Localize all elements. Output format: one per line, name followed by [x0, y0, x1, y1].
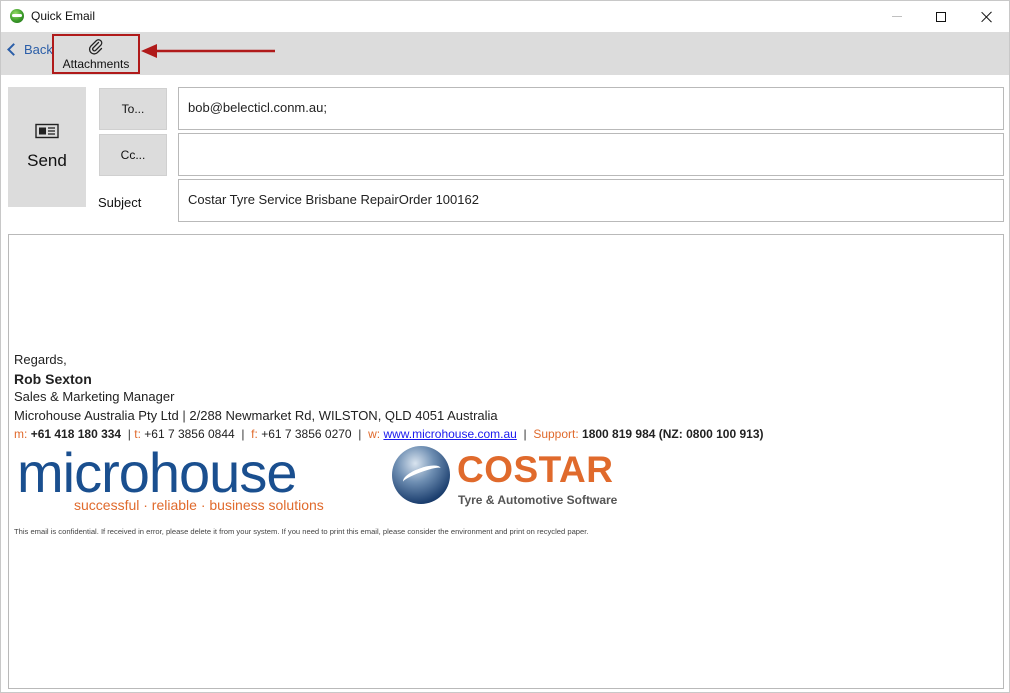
- chevron-left-icon: [7, 42, 20, 56]
- send-icon: [35, 123, 59, 139]
- email-disclaimer: This email is confidential. If received …: [14, 527, 589, 536]
- subject-field[interactable]: Costar Tyre Service Brisbane RepairOrder…: [178, 179, 1004, 222]
- costar-tagline: Tyre & Automotive Software: [458, 493, 618, 507]
- fax-label: f:: [251, 427, 258, 441]
- microhouse-logo: microhouse successful · reliable · busin…: [17, 441, 347, 516]
- app-icon: [10, 9, 24, 23]
- signature-address-line: Microhouse Australia Pty Ltd | 2/288 New…: [14, 407, 498, 423]
- support-number: 1800 819 984 (NZ: 0800 100 913): [582, 427, 764, 441]
- minimize-icon: [892, 16, 902, 17]
- close-icon: [981, 11, 993, 23]
- message-body[interactable]: Regards, Rob Sexton Sales & Marketing Ma…: [8, 234, 1004, 689]
- signature-name: Rob Sexton: [14, 370, 92, 387]
- attachments-label: Attachments: [62, 57, 130, 71]
- fax-number: +61 7 3856 0270: [261, 427, 352, 441]
- back-label: Back: [24, 41, 53, 57]
- quick-email-window: Quick Email Back Attachments Send To... …: [0, 0, 1010, 693]
- title-bar: Quick Email: [1, 1, 1009, 32]
- web-label: w:: [368, 427, 381, 441]
- cc-field[interactable]: [178, 133, 1004, 176]
- back-button[interactable]: Back: [5, 39, 53, 59]
- microhouse-wordmark: microhouse: [17, 441, 297, 504]
- costar-globe-icon: [392, 446, 450, 504]
- signature-role: Sales & Marketing Manager: [14, 389, 175, 404]
- signature-address: 2/288 Newmarket Rd, WILSTON, QLD 4051 Au…: [189, 407, 498, 423]
- email-signature: Regards, Rob Sexton Sales & Marketing Ma…: [14, 351, 764, 443]
- attachments-button[interactable]: Attachments: [52, 34, 140, 74]
- website-link[interactable]: www.microhouse.com.au: [383, 427, 516, 441]
- paperclip-icon: [88, 39, 103, 55]
- maximize-icon: [936, 11, 946, 22]
- send-button[interactable]: Send: [8, 87, 86, 207]
- close-button[interactable]: [964, 1, 1010, 32]
- maximize-button[interactable]: [918, 1, 964, 32]
- window-title: Quick Email: [31, 9, 96, 23]
- signature-regards: Regards,: [14, 352, 67, 367]
- send-label: Send: [27, 151, 67, 170]
- cc-button[interactable]: Cc...: [99, 134, 167, 176]
- costar-logo: COSTAR Tyre & Automotive Software: [392, 446, 642, 518]
- callout-arrow: [141, 44, 275, 58]
- minimize-button[interactable]: [874, 1, 920, 32]
- costar-wordmark: COSTAR: [457, 449, 614, 490]
- microhouse-tagline: successful · reliable · business solutio…: [74, 497, 324, 513]
- phone-number: +61 7 3856 0844: [144, 427, 235, 441]
- mobile-label: m:: [14, 427, 28, 441]
- phone-label: t:: [134, 427, 141, 441]
- signature-company: Microhouse Australia Pty Ltd: [14, 407, 179, 423]
- subject-label: Subject: [98, 195, 142, 210]
- mobile-number: +61 418 180 334: [30, 427, 122, 441]
- support-label: Support:: [533, 427, 579, 441]
- toolbar: Back Attachments: [1, 32, 1009, 75]
- to-button[interactable]: To...: [99, 88, 167, 130]
- to-field[interactable]: bob@belecticl.conm.au;: [178, 87, 1004, 130]
